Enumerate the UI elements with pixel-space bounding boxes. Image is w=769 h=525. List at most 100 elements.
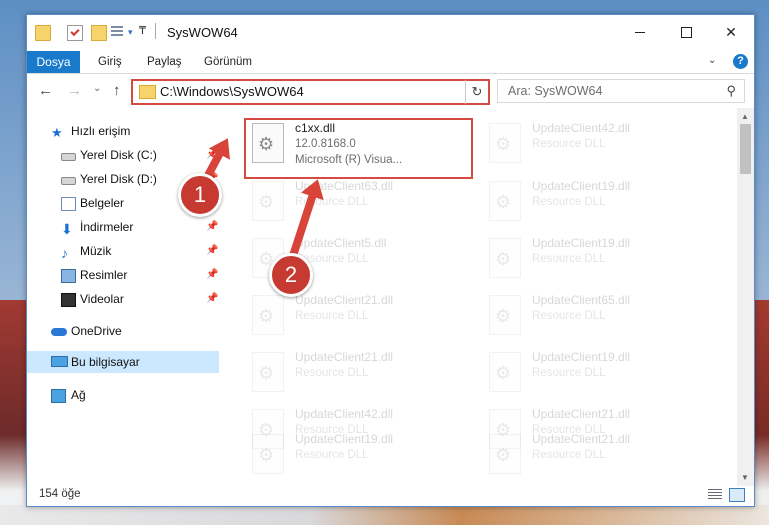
tab-view[interactable]: Görünüm <box>204 51 252 73</box>
sidebar-item-label: OneDrive <box>71 324 122 338</box>
file-item[interactable]: UpdateClient65.dll Resource DLL <box>484 291 704 341</box>
sidebar-item-label: Videolar <box>80 292 124 306</box>
dll-file-icon <box>252 295 284 335</box>
sidebar-item-downloads[interactable]: ⬇ İndirmeler 📌 <box>27 216 219 238</box>
divider <box>155 23 156 39</box>
star-icon: ★ <box>51 125 63 140</box>
file-item[interactable]: UpdateClient19.dll Resource DLL <box>247 430 467 480</box>
file-name: UpdateClient21.dll <box>295 293 394 307</box>
maximize-button[interactable] <box>663 15 709 49</box>
disk-icon <box>61 177 76 185</box>
sidebar-item-quick-access[interactable]: ★ Hızlı erişim <box>27 120 219 142</box>
address-bar[interactable]: C:\Windows\SysWOW64 ⌄ <box>131 79 490 105</box>
navigation-bar: ← → ⌄ ↑ C:\Windows\SysWOW64 ⌄ ↻ Ara: Sys… <box>27 74 754 108</box>
view-options-icon[interactable] <box>111 26 123 38</box>
scrollbar-thumb[interactable] <box>740 124 751 174</box>
recent-locations-icon[interactable]: ⌄ <box>93 83 101 94</box>
navigation-pane: ★ Hızlı erişim Yerel Disk (C:) 📌 Yerel D… <box>27 116 223 486</box>
step-badge-1: 1 <box>178 173 222 217</box>
sidebar-item-label: Müzik <box>80 244 112 258</box>
file-item[interactable]: UpdateClient21.dll Resource DLL <box>247 291 467 341</box>
explorer-window: ▾ ₸ SysWOW64 ✕ Dosya Giriş Paylaş Görünü… <box>26 14 755 507</box>
file-description: Resource DLL <box>532 449 606 461</box>
music-icon: ♪ <box>61 245 68 261</box>
file-item[interactable]: UpdateClient42.dll Resource DLL <box>484 119 704 169</box>
sidebar-item-label: Resimler <box>80 268 128 282</box>
pin-icon: 📌 <box>206 293 219 304</box>
pin-icon: 📌 <box>206 269 219 280</box>
network-icon <box>51 389 66 403</box>
search-box[interactable]: Ara: SysWOW64 ⚲ <box>497 79 745 103</box>
refresh-button[interactable]: ↻ <box>465 79 490 105</box>
file-item[interactable]: UpdateClient19.dll Resource DLL <box>484 234 704 284</box>
computer-icon <box>51 356 68 367</box>
search-input[interactable]: Ara: SysWOW64 <box>508 84 602 98</box>
file-name: UpdateClient19.dll <box>532 350 631 364</box>
folder-icon <box>35 25 51 41</box>
sidebar-item-network[interactable]: Ağ <box>27 384 219 406</box>
tiles-view-icon[interactable] <box>729 488 745 502</box>
folder-icon <box>139 85 156 99</box>
close-button[interactable]: ✕ <box>708 15 754 49</box>
dll-file-icon <box>489 352 521 392</box>
expand-ribbon-icon[interactable]: ⌄ <box>708 55 716 66</box>
customize-toolbar-icon[interactable]: ₸ <box>139 24 146 37</box>
forward-arrow-icon[interactable]: → <box>67 82 82 99</box>
scroll-up-icon[interactable]: ▲ <box>741 112 749 121</box>
file-item[interactable]: UpdateClient63.dll Resource DLL <box>247 177 467 227</box>
sidebar-item-label: İndirmeler <box>80 220 134 234</box>
pin-icon: 📌 <box>206 245 219 256</box>
file-description: Resource DLL <box>532 310 606 322</box>
address-path[interactable]: C:\Windows\SysWOW64 <box>160 84 304 99</box>
dll-file-icon <box>489 295 521 335</box>
help-button[interactable]: ? <box>733 54 748 69</box>
new-folder-icon[interactable] <box>91 25 107 41</box>
window-title: SysWOW64 <box>167 25 238 40</box>
sidebar-item-onedrive[interactable]: OneDrive <box>27 320 219 342</box>
tab-home[interactable]: Giriş <box>98 51 122 73</box>
desktop-wallpaper-bottom <box>0 505 769 525</box>
back-arrow-icon[interactable]: ← <box>38 82 53 99</box>
sidebar-item-label: Bu bilgisayar <box>71 355 140 369</box>
file-name: UpdateClient42.dll <box>532 121 631 135</box>
file-name: UpdateClient65.dll <box>532 293 631 307</box>
cloud-icon <box>51 328 67 336</box>
sidebar-item-disk-c[interactable]: Yerel Disk (C:) 📌 <box>27 144 219 166</box>
sidebar-item-videos[interactable]: Videolar 📌 <box>27 288 219 310</box>
step-badge-2: 2 <box>269 253 313 297</box>
scroll-down-icon[interactable]: ▼ <box>741 473 749 482</box>
sidebar-item-label: Belgeler <box>80 196 125 210</box>
dll-file-icon <box>489 123 521 163</box>
dll-file-icon <box>252 181 284 221</box>
vertical-scrollbar[interactable]: ▲ ▼ <box>737 108 754 486</box>
file-item[interactable]: UpdateClient19.dll Resource DLL <box>484 348 704 398</box>
sidebar-item-music[interactable]: ♪ Müzik 📌 <box>27 240 219 262</box>
file-description: Resource DLL <box>295 449 369 461</box>
up-arrow-icon[interactable]: ↑ <box>113 82 121 99</box>
file-item[interactable]: UpdateClient19.dll Resource DLL <box>484 177 704 227</box>
sidebar-item-this-pc[interactable]: Bu bilgisayar <box>27 351 219 373</box>
tab-share[interactable]: Paylaş <box>147 51 182 73</box>
chevron-down-icon[interactable]: ▾ <box>128 27 133 38</box>
file-name: UpdateClient5.dll <box>295 236 387 250</box>
file-description: Resource DLL <box>532 367 606 379</box>
file-description: Resource DLL <box>532 138 606 150</box>
dll-file-icon <box>252 434 284 474</box>
file-item[interactable]: UpdateClient21.dll Resource DLL <box>484 430 704 480</box>
documents-icon <box>61 197 76 211</box>
file-name: UpdateClient21.dll <box>532 407 631 421</box>
file-name: UpdateClient19.dll <box>532 179 631 193</box>
pictures-icon <box>61 269 76 283</box>
file-description: Resource DLL <box>295 310 369 322</box>
sidebar-item-label: Ağ <box>71 388 86 402</box>
details-view-icon[interactable] <box>708 489 722 501</box>
selected-file-highlight <box>244 118 473 179</box>
item-count: 154 öğe <box>39 488 81 500</box>
search-icon[interactable]: ⚲ <box>726 83 736 99</box>
tab-file[interactable]: Dosya <box>27 51 80 73</box>
status-bar: 154 öğe <box>27 485 754 506</box>
video-icon <box>61 293 76 307</box>
sidebar-item-pictures[interactable]: Resimler 📌 <box>27 264 219 286</box>
properties-icon[interactable] <box>67 25 83 41</box>
minimize-button[interactable] <box>617 15 663 49</box>
